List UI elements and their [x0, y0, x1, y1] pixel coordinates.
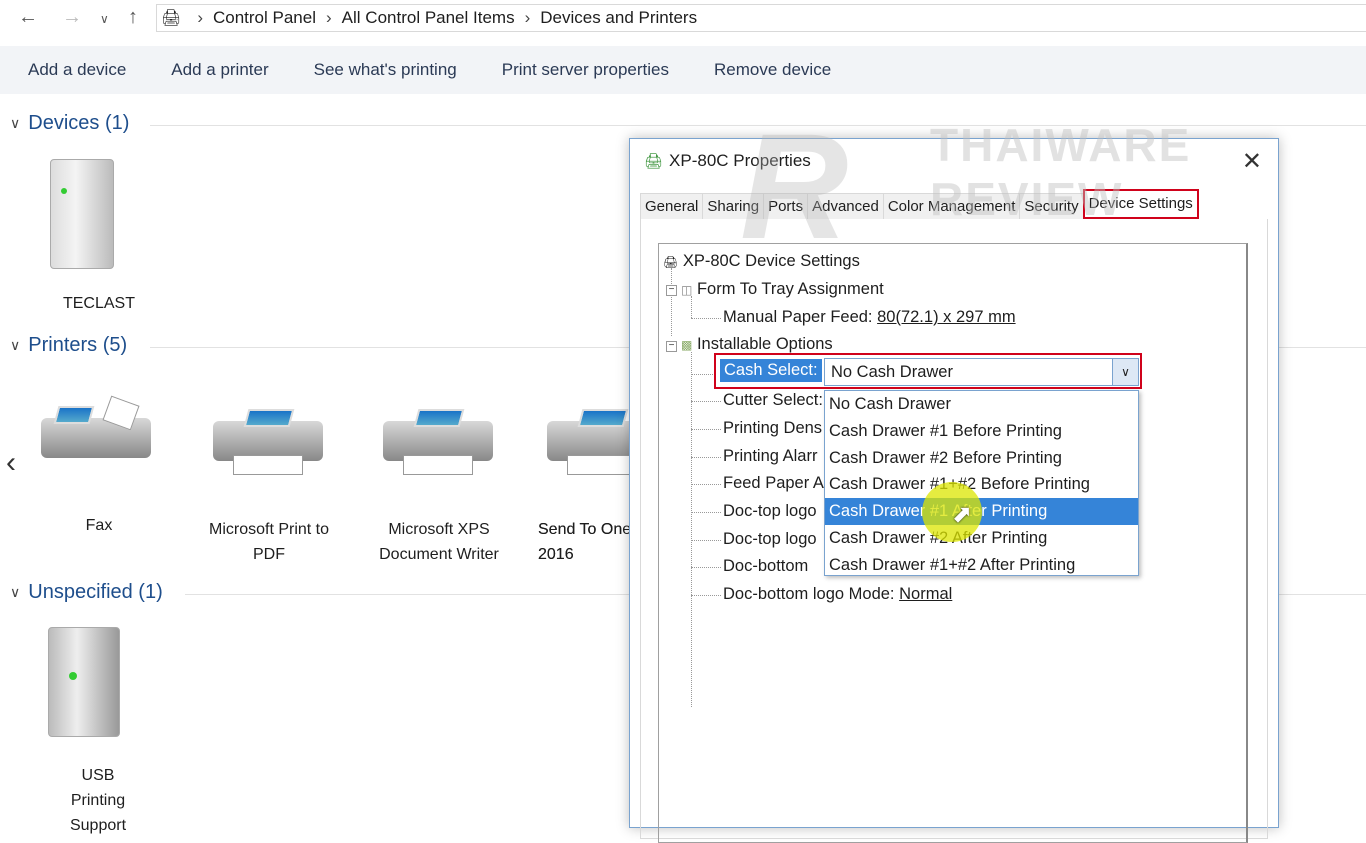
tray-icon: ◫: [681, 283, 693, 297]
printer-item-pdf[interactable]: Microsoft Print to PDF: [194, 395, 344, 565]
tree-node-installable-options[interactable]: ▩ Installable Options: [681, 335, 833, 354]
forward-button[interactable]: →: [62, 6, 82, 29]
printer-item-fax[interactable]: Fax: [24, 395, 174, 545]
printer-icon: [542, 403, 630, 483]
usb-device-icon: [48, 627, 120, 737]
tab-sharing[interactable]: Sharing: [702, 193, 765, 219]
tab-advanced[interactable]: Advanced: [807, 193, 884, 219]
tree-node-form-tray[interactable]: ◫ Form To Tray Assignment: [681, 280, 884, 299]
device-label: TECLAST: [62, 295, 135, 312]
option[interactable]: Cash Drawer #1+#2 After Printing: [825, 552, 1138, 579]
tree-node-doc-top-logo[interactable]: Doc-top logo: [723, 502, 817, 521]
add-printer-button[interactable]: Add a printer: [171, 60, 268, 80]
chevron-down-icon: ∨: [10, 584, 21, 600]
printer-label: Send To On 2016: [538, 521, 623, 563]
up-button[interactable]: ↑: [128, 6, 138, 29]
remove-device-button[interactable]: Remove device: [714, 60, 831, 80]
printer-label: Microsoft XPS Document Writer: [379, 521, 499, 563]
fax-icon: [36, 395, 156, 480]
option[interactable]: No Cash Drawer: [825, 391, 1138, 418]
printer-icon: 🖨: [644, 153, 664, 170]
tree-node-cutter-select[interactable]: Cutter Select:: [723, 391, 823, 410]
breadcrumb-item[interactable]: Control Panel: [213, 8, 316, 28]
tree-node-printing-alarm[interactable]: Printing Alarr: [723, 447, 817, 466]
chevron-right-icon: ›: [524, 8, 531, 27]
option[interactable]: Cash Drawer #1+#2 Before Printing: [825, 471, 1138, 498]
option[interactable]: Cash Drawer #2 Before Printing: [825, 445, 1138, 472]
back-button[interactable]: ←: [18, 6, 38, 29]
tree-node-feed-paper[interactable]: Feed Paper A: [723, 474, 824, 493]
computer-tower-icon: [50, 159, 114, 269]
command-bar: Add a device Add a printer See what's pr…: [0, 46, 1366, 94]
tree-node-manual-paper-feed[interactable]: Manual Paper Feed: 80(72.1) x 297 mm: [723, 308, 1016, 327]
cash-select-options-list[interactable]: No Cash Drawer Cash Drawer #1 Before Pri…: [824, 390, 1139, 576]
collapse-icon[interactable]: −: [666, 285, 677, 296]
address-bar[interactable]: 🖨 › Control Panel › All Control Panel It…: [156, 4, 1366, 32]
mouse-cursor-icon: ⬈: [952, 501, 973, 528]
tree-root[interactable]: 🖨 XP-80C Device Settings: [663, 252, 860, 271]
collapse-icon[interactable]: −: [666, 341, 677, 352]
section-title: Unspecified (1): [28, 581, 163, 603]
setting-value[interactable]: Normal: [899, 585, 952, 603]
printer-item-xps[interactable]: Microsoft XPS Document Writer: [364, 395, 514, 565]
recent-locations-chevron-icon[interactable]: ∨: [100, 12, 109, 26]
printers-section-header[interactable]: ∨ Printers (5): [10, 334, 1366, 357]
chevron-down-icon[interactable]: ∨: [1112, 359, 1138, 385]
setting-label: Manual Paper Feed:: [723, 308, 873, 326]
tab-ports[interactable]: Ports: [763, 193, 809, 219]
tree-node-label: Installable Options: [696, 335, 833, 353]
tree-node-doc-top-logo-2[interactable]: Doc-top logo: [723, 530, 817, 549]
dialog-title: 🖨 XP-80C Properties: [644, 151, 811, 171]
tab-general[interactable]: General: [640, 193, 704, 219]
setting-label: Doc-bottom logo Mode:: [723, 585, 895, 603]
navigation-bar: ← → ∨ ↑ 🖨 › Control Panel › All Control …: [0, 0, 1366, 36]
printer-label: Fax: [85, 517, 113, 534]
options-icon: ▩: [681, 338, 693, 352]
cash-select-highlight: Cash Select: No Cash Drawer ∨: [714, 353, 1142, 389]
unspecified-section-header[interactable]: ∨ Unspecified (1): [10, 581, 1366, 604]
option[interactable]: Cash Drawer #1 Before Printing: [825, 418, 1138, 445]
close-button[interactable]: ✕: [1242, 147, 1262, 176]
tree-node-printing-density[interactable]: Printing Dens: [723, 419, 822, 438]
chevron-right-icon: ›: [197, 8, 203, 27]
breadcrumb-item[interactable]: All Control Panel Items: [342, 8, 515, 28]
dialog-title-text: XP-80C Properties: [669, 151, 811, 170]
section-title: Printers (5): [28, 334, 128, 356]
control-panel-icon: 🖨: [161, 10, 182, 27]
option[interactable]: Cash Drawer #2 After Printing: [825, 525, 1138, 552]
chevron-right-icon: ›: [326, 8, 332, 27]
divider: [150, 125, 1366, 126]
chevron-down-icon: ∨: [10, 115, 21, 131]
tab-color-management[interactable]: Color Management: [882, 193, 1021, 219]
tree-root-label: XP-80C Device Settings: [682, 252, 860, 270]
printer-icon: [378, 403, 498, 483]
printer-icon: 🖨: [663, 255, 679, 269]
tab-bar: General Sharing Ports Advanced Color Man…: [640, 189, 1199, 219]
device-item-usb-printing-support[interactable]: USB Printing Support: [24, 625, 174, 834]
cash-select-label: Cash Select:: [720, 359, 822, 382]
cash-select-dropdown[interactable]: No Cash Drawer ∨: [824, 358, 1139, 386]
devices-section-header[interactable]: ∨ Devices (1): [10, 112, 1366, 135]
tab-security[interactable]: Security: [1019, 193, 1084, 219]
tree-node-doc-bottom-logo-mode[interactable]: Doc-bottom logo Mode: Normal: [723, 585, 952, 604]
section-title: Devices (1): [28, 112, 130, 134]
tab-device-settings[interactable]: Device Settings: [1082, 189, 1199, 219]
setting-value[interactable]: 80(72.1) x 297 mm: [877, 308, 1015, 326]
breadcrumb-item[interactable]: Devices and Printers: [540, 8, 697, 28]
chevron-down-icon: ∨: [10, 337, 21, 353]
selected-value: No Cash Drawer: [831, 363, 953, 381]
device-item[interactable]: TECLAST: [24, 155, 174, 320]
print-server-properties-button[interactable]: Print server properties: [502, 60, 669, 80]
printer-icon: [208, 403, 328, 483]
device-label: USB Printing Support: [69, 767, 127, 834]
scroll-left-chevron-icon[interactable]: ‹: [6, 446, 16, 480]
tree-node-label: Form To Tray Assignment: [696, 280, 884, 298]
printer-label: Microsoft Print to PDF: [208, 521, 330, 563]
printer-item-onenote[interactable]: Send To On 2016: [534, 395, 630, 565]
tree-node-doc-bottom[interactable]: Doc-bottom: [723, 557, 808, 576]
add-device-button[interactable]: Add a device: [28, 60, 126, 80]
see-whats-printing-button[interactable]: See what's printing: [314, 60, 457, 80]
